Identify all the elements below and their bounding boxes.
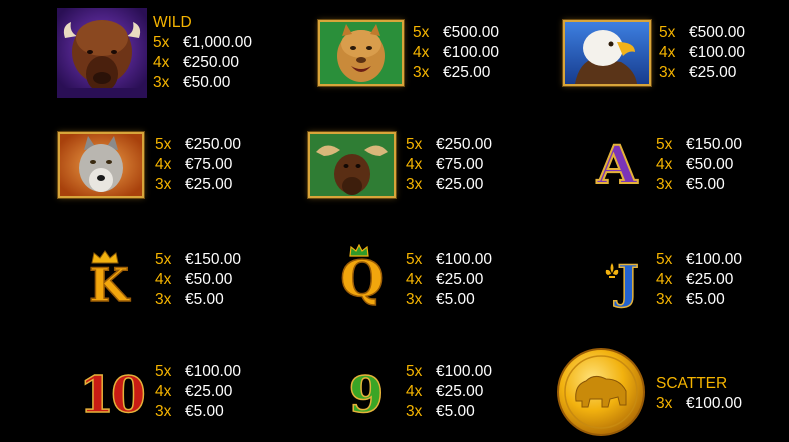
multiplier: 5x (659, 24, 676, 41)
multiplier: 3x (656, 291, 673, 308)
multiplier: 4x (406, 383, 423, 400)
bison-coin-icon (557, 348, 645, 436)
ten-paytable: 5x €100.00 4x €25.00 3x €5.00 (155, 362, 241, 422)
cougar-symbol (318, 20, 404, 86)
king-paytable: 5x €150.00 4x €50.00 3x €5.00 (155, 250, 241, 310)
eagle-paytable: 5x €500.00 4x €100.00 3x €25.00 (659, 23, 745, 83)
payout: €25.00 (185, 176, 233, 193)
moose-paytable: 5x €250.00 4x €75.00 3x €25.00 (406, 135, 492, 195)
multiplier: 4x (656, 271, 673, 288)
wolf-icon (60, 134, 142, 196)
multiplier: 4x (656, 156, 673, 173)
bison-paytable: 5x €1,000.00 4x €250.00 3x €50.00 (153, 33, 252, 93)
queen-paytable: 5x €100.00 4x €25.00 3x €5.00 (406, 250, 492, 310)
payout: €5.00 (185, 403, 224, 420)
multiplier: 5x (406, 251, 423, 268)
multiplier: 3x (155, 291, 172, 308)
letter-k-icon: K (88, 258, 129, 312)
multiplier: 3x (406, 403, 423, 420)
multiplier: 4x (155, 156, 172, 173)
payout: €50.00 (185, 271, 233, 288)
multiplier: 3x (406, 176, 423, 193)
eagle-symbol (563, 20, 651, 86)
ace-paytable: 5x €150.00 4x €50.00 3x €5.00 (656, 135, 742, 195)
multiplier: 4x (153, 54, 170, 71)
multiplier: 5x (406, 363, 423, 380)
multiplier: 4x (155, 271, 172, 288)
payout: €5.00 (686, 176, 725, 193)
scatter-paytable: 3x €100.00 (656, 394, 742, 414)
moose-icon (310, 134, 394, 196)
multiplier: 3x (659, 64, 676, 81)
multiplier: 5x (155, 251, 172, 268)
multiplier: 5x (413, 24, 430, 41)
letter-q-icon: Q (339, 249, 384, 308)
payout: €25.00 (436, 383, 484, 400)
payout: €150.00 (185, 251, 242, 268)
payout: €75.00 (185, 156, 233, 173)
nine-paytable: 5x €100.00 4x €25.00 3x €5.00 (406, 362, 492, 422)
moose-symbol (308, 132, 396, 198)
multiplier: 4x (406, 271, 423, 288)
multiplier: 3x (406, 291, 423, 308)
multiplier: 4x (155, 383, 172, 400)
jack-paytable: 5x €100.00 4x €25.00 3x €5.00 (656, 250, 742, 310)
multiplier: 5x (656, 251, 673, 268)
payout: €250.00 (436, 136, 493, 153)
bison-icon (57, 8, 147, 98)
payout: €250.00 (185, 136, 242, 153)
multiplier: 3x (153, 74, 170, 91)
multiplier: 5x (406, 136, 423, 153)
multiplier: 5x (153, 34, 170, 51)
multiplier: 5x (656, 136, 673, 153)
cougar-paytable: 5x €500.00 4x €100.00 3x €25.00 (413, 23, 499, 83)
payout: €25.00 (686, 271, 734, 288)
payout: €1,000.00 (183, 34, 252, 51)
payout: €5.00 (185, 291, 224, 308)
payout: €100.00 (436, 363, 493, 380)
payout: €100.00 (185, 363, 242, 380)
multiplier: 4x (406, 156, 423, 173)
cougar-icon (320, 22, 402, 84)
eagle-icon (565, 22, 649, 84)
letter-a-icon: A (596, 135, 638, 196)
payout: €50.00 (183, 74, 231, 91)
payout: €75.00 (436, 156, 484, 173)
payout: €100.00 (686, 395, 743, 412)
payout: €25.00 (185, 383, 233, 400)
payout: €100.00 (436, 251, 493, 268)
multiplier: 4x (659, 44, 676, 61)
multiplier: 3x (413, 64, 430, 81)
scatter-label: SCATTER (656, 375, 728, 392)
payout: €500.00 (443, 24, 500, 41)
payout: €150.00 (686, 136, 743, 153)
payout: €25.00 (436, 176, 484, 193)
wolf-symbol (58, 132, 144, 198)
multiplier: 5x (155, 363, 172, 380)
multiplier: 3x (656, 176, 673, 193)
number-9-icon: 9 (348, 365, 384, 424)
payout: €50.00 (686, 156, 734, 173)
payout: €25.00 (443, 64, 491, 81)
wolf-paytable: 5x €250.00 4x €75.00 3x €25.00 (155, 135, 241, 195)
letter-j-icon: J (616, 255, 639, 309)
payout: €5.00 (686, 291, 725, 308)
multiplier: 5x (155, 136, 172, 153)
payout: €5.00 (436, 403, 475, 420)
payout: €100.00 (443, 44, 500, 61)
payout: €5.00 (436, 291, 475, 308)
multiplier: 3x (656, 395, 673, 412)
multiplier: 3x (155, 176, 172, 193)
multiplier: 3x (155, 403, 172, 420)
payout: €500.00 (689, 24, 746, 41)
number-10-icon: 10 (78, 365, 146, 424)
payout: €100.00 (686, 251, 743, 268)
payout: €25.00 (689, 64, 737, 81)
payout: €25.00 (436, 271, 484, 288)
payout: €250.00 (183, 54, 240, 71)
payout: €100.00 (689, 44, 746, 61)
multiplier: 4x (413, 44, 430, 61)
wild-label: WILD (153, 14, 192, 31)
bison-wild-symbol (57, 8, 147, 98)
